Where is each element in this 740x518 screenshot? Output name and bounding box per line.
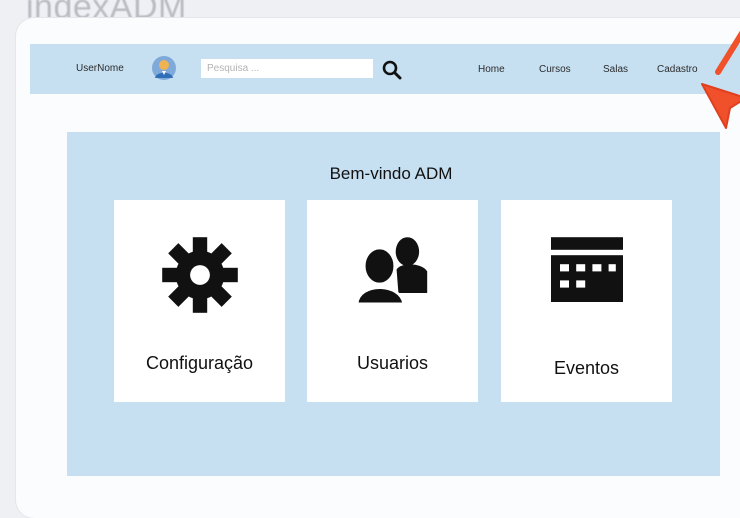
pointer-cursor-icon [701,30,740,129]
welcome-heading: Bem-vindo ADM [329,164,453,183]
calendar-icon [550,237,623,302]
nav-home-link[interactable]: Home [478,64,505,75]
username-label: UserNome [76,63,124,74]
config-card-label: Configuração [145,353,254,373]
search-icon [382,60,402,80]
eventos-card-label: Eventos [553,358,620,378]
usuarios-card[interactable]: Usuarios [307,200,478,402]
nav-cursos-link[interactable]: Cursos [539,64,571,75]
search-input[interactable] [201,59,373,78]
nav-salas-link[interactable]: Salas [603,64,628,75]
gear-icon [161,237,238,313]
eventos-card[interactable]: Eventos [501,200,672,402]
config-card[interactable]: Configuração [114,200,285,402]
usuarios-card-label: Usuarios [356,353,429,373]
users-icon [355,237,427,306]
user-avatar-icon[interactable] [152,56,176,80]
nav-cadastro-link[interactable]: Cadastro [657,64,698,75]
search-button[interactable] [381,59,403,81]
